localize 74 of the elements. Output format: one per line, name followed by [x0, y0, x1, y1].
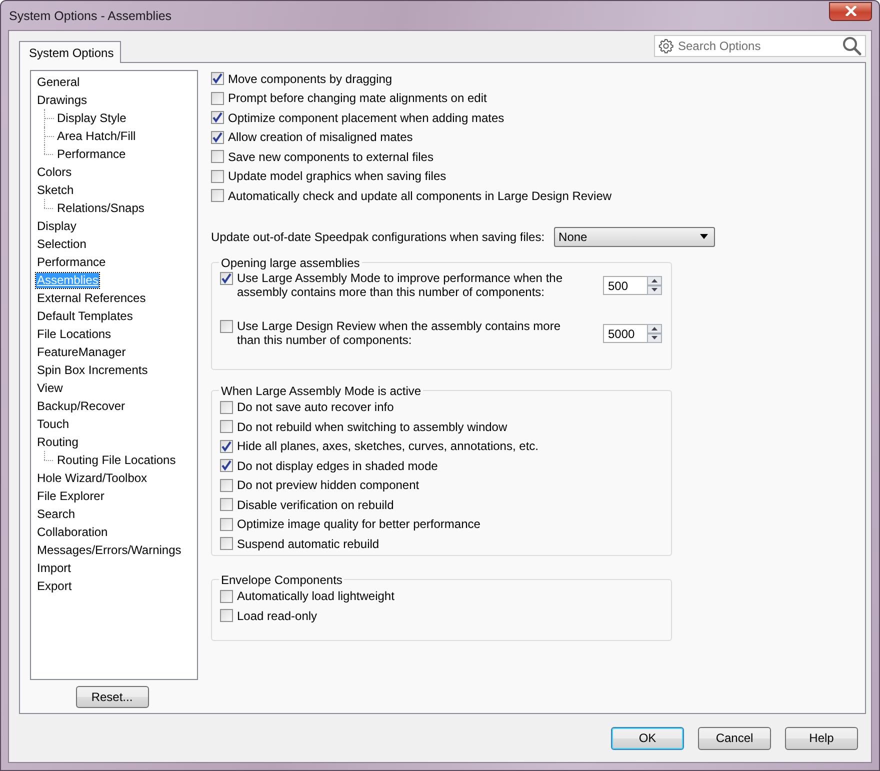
tab[interactable]: System Options [19, 41, 121, 63]
tree-item[interactable]: FeatureManager [36, 344, 127, 360]
checkbox[interactable]: Do not rebuild when switching to assembly window [220, 417, 663, 436]
tree-item[interactable]: Export [36, 578, 73, 594]
checkbox[interactable]: Do not display edges in shaded mode [220, 456, 663, 476]
tree-item[interactable]: Collaboration [36, 524, 109, 540]
tree-item[interactable]: General [36, 74, 81, 90]
dialog-button[interactable]: Help [785, 726, 858, 750]
tree-item[interactable]: Spin Box Increments [36, 362, 149, 378]
checkbox[interactable]: Prompt before changing mate alignments on edit [211, 88, 715, 108]
checkbox[interactable]: Automatically load lightweight [220, 586, 663, 606]
spinner-icon[interactable] [647, 324, 662, 343]
spinner-icon[interactable] [647, 276, 662, 295]
tree-item[interactable]: Hole Wizard/Toolbox [36, 470, 148, 486]
checkbox[interactable]: Do not save auto recover info [220, 398, 663, 417]
check-icon [212, 112, 223, 124]
settings-icon [658, 38, 674, 54]
tree-item[interactable]: Touch [36, 416, 70, 432]
checkbox[interactable]: Suspend automatic rebuild [220, 534, 663, 554]
group-title: Opening large assemblies [220, 256, 361, 270]
group-title: When Large Assembly Mode is active [220, 384, 422, 398]
checkbox[interactable]: Update model graphics when saving files [211, 166, 715, 186]
tree-item[interactable]: Performance [56, 146, 127, 162]
tree-item[interactable]: View [36, 380, 64, 396]
tree-item[interactable]: Backup/Recover [36, 398, 126, 414]
checkbox[interactable]: Save new components to external files [211, 147, 715, 166]
checkbox[interactable]: Allow creation of misaligned mates [211, 128, 715, 147]
checkbox[interactable]: Load read-only [220, 606, 663, 626]
tree-item[interactable]: Display [36, 218, 78, 234]
number-field[interactable]: 5000 [603, 324, 648, 343]
tree-item[interactable]: Sketch [36, 182, 75, 198]
check-icon [221, 440, 232, 452]
tree-item[interactable]: File Locations [36, 326, 112, 342]
close-icon [844, 6, 856, 16]
dialog-button[interactable]: Cancel [698, 726, 771, 750]
number-field[interactable]: 500 [603, 276, 648, 295]
check-icon [212, 73, 223, 84]
tree-item[interactable]: Colors [36, 164, 73, 180]
tree-item[interactable]: Area Hatch/Fill [56, 128, 137, 144]
checkbox[interactable]: Use Large Design Review when the assembly contains more than this number of components: [220, 320, 580, 347]
tree-item[interactable]: Messages/Errors/Warnings [36, 542, 182, 558]
dialog-button[interactable]: OK [611, 726, 684, 750]
tree-item[interactable]: External References [36, 290, 147, 306]
checkbox[interactable]: Disable verification on rebuild [220, 495, 663, 514]
checkbox[interactable]: Optimize component placement when adding mates [211, 108, 715, 128]
tree-item[interactable]: Relations/Snaps [56, 200, 146, 216]
check-icon [221, 460, 232, 472]
speedpak-label: Update out-of-date Speedpak configurations when saving files: [211, 230, 545, 244]
close-button[interactable] [829, 2, 872, 20]
speedpak-dropdown[interactable]: None [554, 226, 715, 246]
tree-item[interactable]: File Explorer [36, 488, 106, 504]
checkbox[interactable]: Do not preview hidden component [220, 476, 663, 495]
tree-item[interactable]: Display Style [56, 110, 128, 126]
caret-icon [700, 234, 708, 239]
tree-item[interactable]: Import [36, 560, 72, 576]
checkbox[interactable]: Optimize image quality for better performance [220, 514, 663, 534]
checkbox[interactable]: Hide all planes, axes, sketches, curves, annotations, etc. [220, 436, 663, 456]
tree-item[interactable]: Search [36, 506, 76, 522]
tree-item[interactable]: Routing [36, 434, 80, 450]
search-field[interactable]: Search Options [654, 35, 866, 57]
window-title: System Options - Assemblies [8, 8, 172, 22]
tree-item[interactable]: Drawings [36, 92, 88, 108]
check-icon [221, 273, 232, 284]
reset-button[interactable]: Reset... [76, 686, 148, 708]
check-icon [212, 132, 223, 143]
tree-item[interactable]: Routing File Locations [56, 452, 177, 468]
checkbox[interactable]: Automatically check and update all components in Large Design Review [211, 186, 715, 206]
search-icon[interactable] [842, 36, 862, 56]
checkbox[interactable]: Use Large Assembly Mode to improve performance when the assembly contains more than this number of components: [220, 272, 580, 299]
tree-item[interactable]: Performance [36, 254, 107, 270]
tree-item[interactable]: Default Templates [36, 308, 134, 324]
checkbox[interactable]: Move components by dragging [211, 69, 715, 88]
tree-item[interactable]: Selection [36, 236, 88, 252]
group-title: Envelope Components [220, 572, 344, 586]
